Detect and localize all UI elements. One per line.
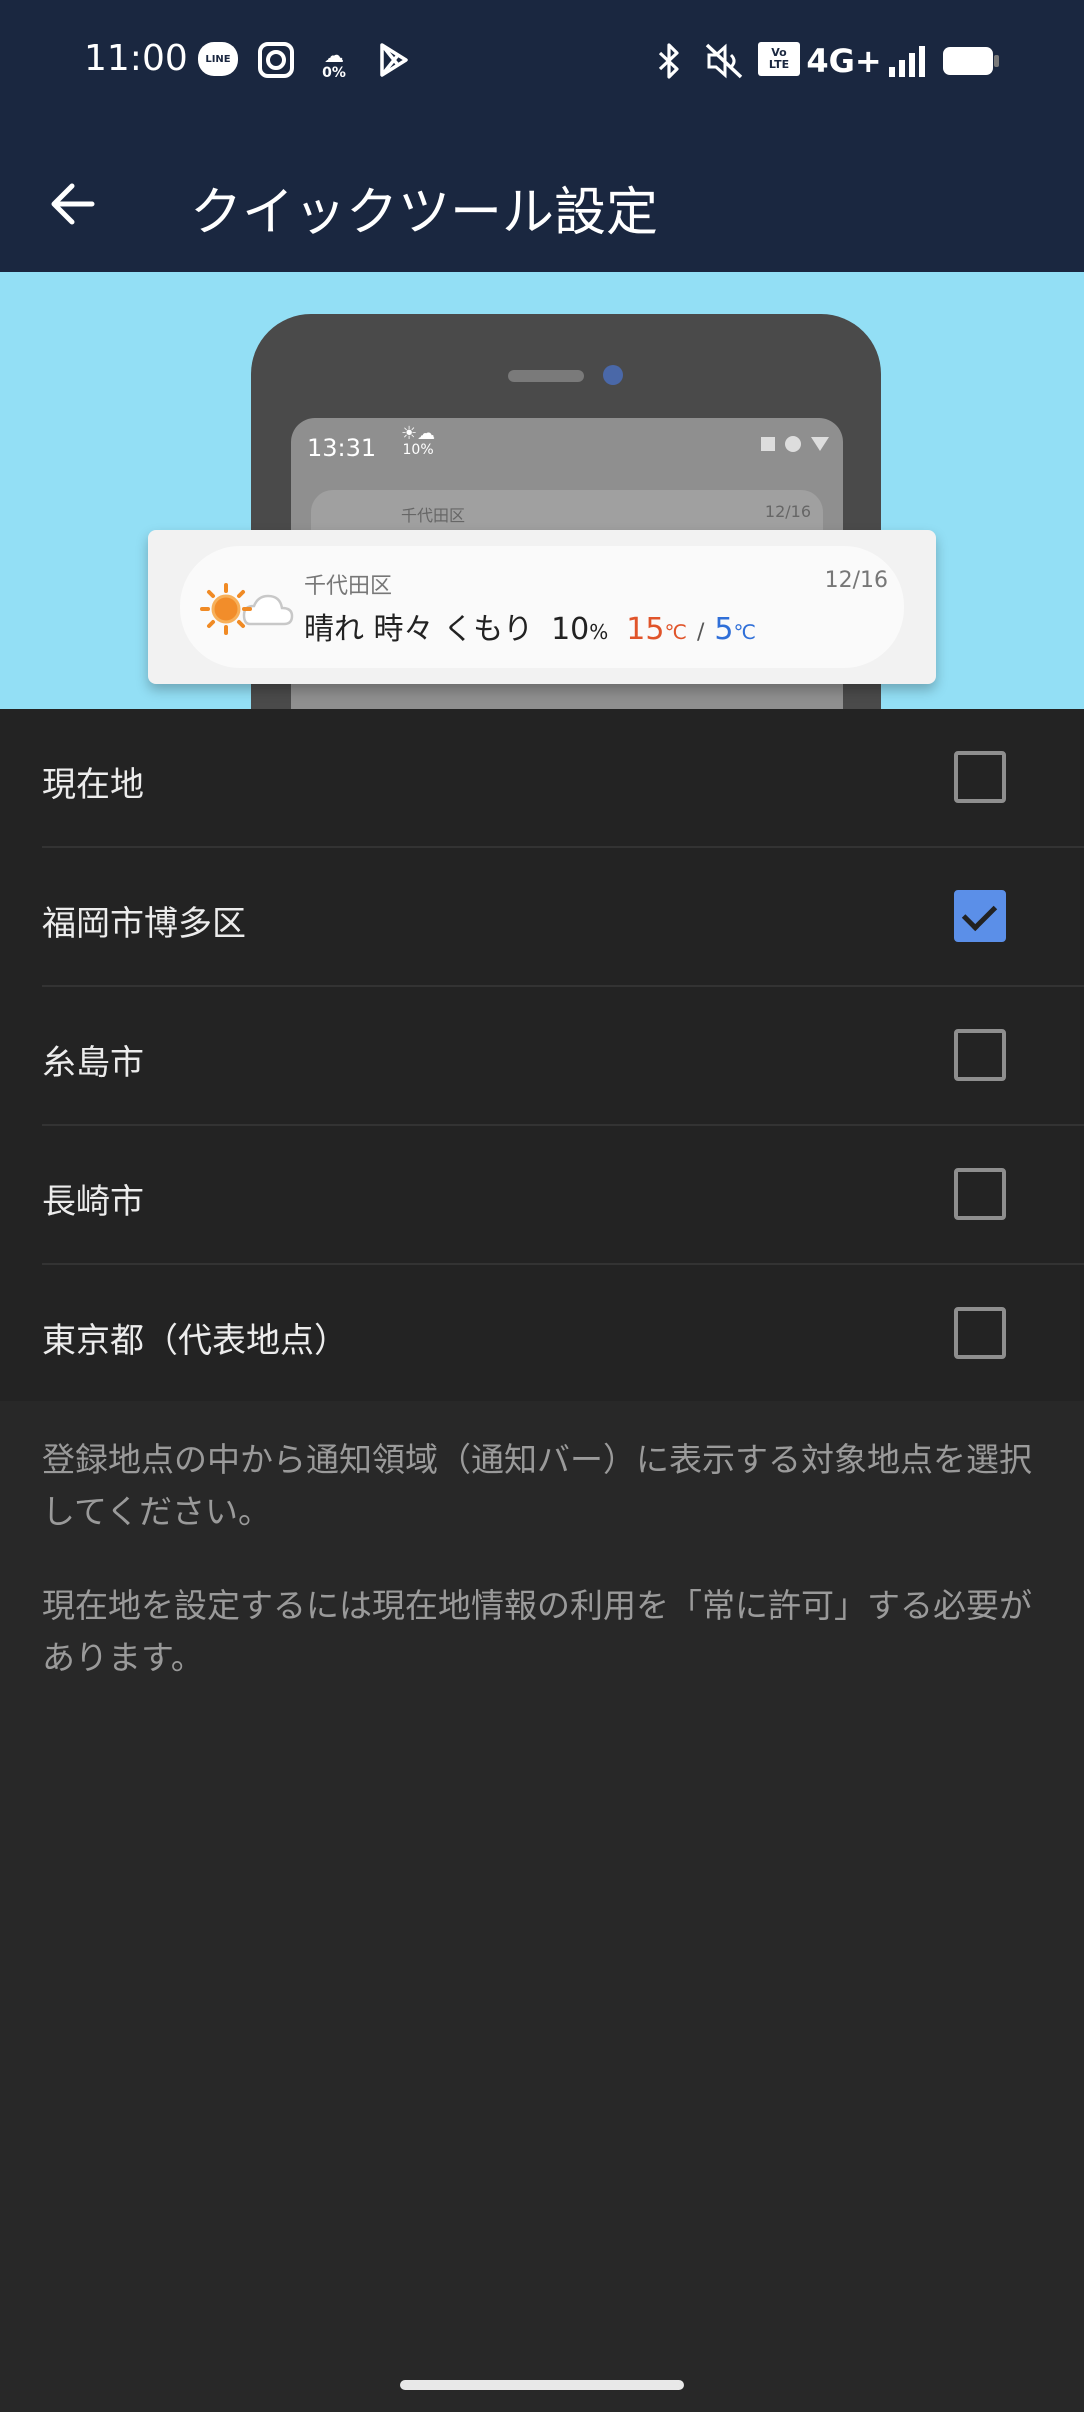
triangle-icon [811,437,829,451]
square-icon [761,437,775,451]
back-arrow-icon[interactable] [36,168,108,240]
location-row-tokyo[interactable]: 東京都（代表地点） [0,1265,1084,1404]
phone-nav-icons [761,436,829,452]
high-unit: ℃ [664,620,687,644]
weather-notification-icon: ☁ 0% [322,43,346,81]
app-bar: クイックツール設定 [0,124,1084,272]
location-list: 現在地 福岡市博多区 糸島市 長崎市 東京都（代表地点） [0,709,1084,1401]
notification-card-wrapper: 千代田区 12/16 晴れ 時々 くもり 10% 15℃ / 5℃ [148,530,936,684]
play-store-icon [376,42,412,78]
network-type: 4G+ [806,42,882,80]
low-unit: ℃ [733,620,756,644]
ghost-location: 千代田区 [401,506,466,525]
page-title: クイックツール設定 [190,183,659,243]
location-label: 現在地 [42,765,144,805]
high-value: 15 [626,612,665,647]
location-checkbox[interactable] [954,751,1006,803]
forecast-weather: 晴れ 時々 くもり [304,612,534,647]
status-bar: 11:00 LINE ☁ 0% Vo LTE 4G+ [0,0,1084,124]
volte-icon: Vo LTE [758,42,800,76]
home-indicator[interactable] [400,2380,684,2390]
bluetooth-icon [652,42,686,80]
location-checkbox[interactable] [954,1307,1006,1359]
location-row-current[interactable]: 現在地 [0,709,1084,848]
phone-weather-icon: ☀☁ 10% [401,423,436,459]
phone-speaker [508,370,584,382]
volte-bottom: LTE [768,58,790,71]
forecast-precip: 10% [551,612,608,647]
notification-preview: 13:31 ☀☁ 10% 千代田区 12/16 千代田区 12/16 晴れ 時々… [0,272,1084,709]
ghost-date: 12/16 [764,502,811,521]
sun-cloud-icon [198,582,294,636]
location-row-fukuoka-hakata[interactable]: 福岡市博多区 [0,848,1084,987]
location-checkbox[interactable] [954,1168,1006,1220]
notification-forecast: 晴れ 時々 くもり 10% 15℃ / 5℃ [304,604,756,648]
precip-unit: % [589,620,609,644]
battery-icon [942,46,1000,76]
notification-date: 12/16 [824,568,888,593]
notification-location: 千代田区 [304,574,393,599]
location-checkbox[interactable] [954,1029,1006,1081]
circle-icon [785,436,801,452]
phone-time: 13:31 [307,434,377,462]
mute-icon [704,42,744,80]
low-value: 5 [714,612,734,647]
forecast-high: 15℃ [626,612,687,647]
weather-percent: 0% [322,65,346,81]
location-label: 糸島市 [42,1043,144,1083]
weather-notification: 千代田区 12/16 晴れ 時々 くもり 10% 15℃ / 5℃ [180,546,904,668]
status-time: 11:00 [84,38,188,79]
help-notes: 登録地点の中から通知領域（通知バー）に表示する対象地点を選択してください。 現在… [42,1434,1042,1726]
location-checkbox[interactable] [954,890,1006,942]
location-label: 福岡市博多区 [42,904,246,944]
phone-weather-percent: 10% [402,442,434,458]
location-label: 長崎市 [42,1182,144,1222]
help-note-permission: 現在地を設定するには現在地情報の利用を「常に許可」する必要があります。 [42,1586,1032,1677]
phone-camera [603,365,623,385]
temp-separator: / [696,620,705,645]
forecast-low: 5℃ [714,612,756,647]
precip-value: 10 [551,612,590,647]
location-row-nagasaki[interactable]: 長崎市 [0,1126,1084,1265]
line-app-icon: LINE [198,42,238,76]
location-label: 東京都（代表地点） [42,1321,348,1361]
instagram-icon [258,42,294,78]
location-row-itoshima[interactable]: 糸島市 [0,987,1084,1126]
signal-icon [886,42,930,80]
help-note-select: 登録地点の中から通知領域（通知バー）に表示する対象地点を選択してください。 [42,1440,1032,1531]
